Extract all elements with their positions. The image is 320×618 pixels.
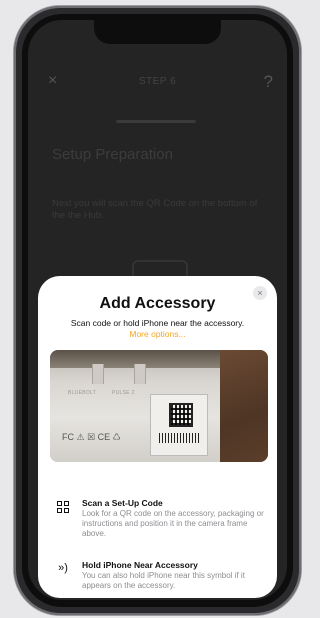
device-label: [150, 394, 208, 456]
hub-photo: BLUEBOLT PULSE 2 FC ⚠ ☒ CE ♺: [50, 350, 225, 462]
barcode-graphic: [159, 433, 199, 443]
phone-notch: [94, 20, 221, 44]
wood-surface: [220, 350, 268, 462]
add-accessory-sheet: × Add Accessory Scan code or hold iPhone…: [38, 276, 277, 598]
page-title: Setup Preparation: [52, 146, 173, 163]
nfc-icon: »): [58, 562, 68, 574]
help-icon[interactable]: ?: [264, 72, 273, 92]
instruction-title: Hold iPhone Near Accessory: [82, 560, 198, 570]
instruction-title: Scan a Set-Up Code: [82, 498, 163, 508]
camera-brand-text: BLUEBOLT: [68, 390, 97, 396]
camera-viewfinder: BLUEBOLT PULSE 2 FC ⚠ ☒ CE ♺: [50, 350, 268, 462]
regulatory-marks: FC ⚠ ☒ CE ♺: [62, 432, 121, 442]
sheet-title: Add Accessory: [99, 295, 216, 312]
qr-code-icon: [57, 501, 69, 513]
camera-model-text: PULSE 2: [112, 390, 135, 396]
more-options-link[interactable]: More options...: [38, 329, 277, 339]
page-description: Next you will scan the QR Code on the bo…: [52, 198, 258, 221]
progress-bar: [116, 120, 196, 123]
qr-code-graphic: [169, 403, 193, 427]
instruction-body: Look for a QR code on the accessory, pac…: [82, 509, 264, 538]
sheet-subtitle: Scan code or hold iPhone near the access…: [70, 318, 245, 328]
phone-screen: × STEP 6 ? Setup Preparation Next you wi…: [28, 20, 287, 600]
instruction-body: You can also hold iPhone near this symbo…: [82, 571, 245, 590]
step-label: STEP 6: [138, 76, 177, 87]
